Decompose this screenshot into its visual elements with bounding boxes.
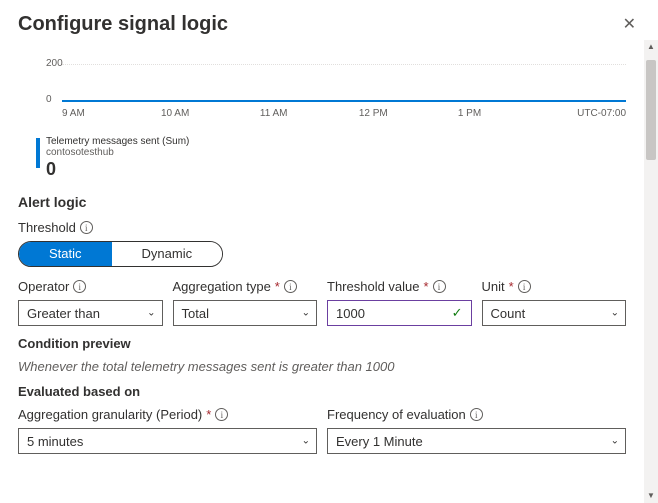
content-scroll: 200 0 9 AM 10 AM 11 AM 12 PM 1 PM UTC-07… xyxy=(0,40,644,503)
unit-value: Count xyxy=(491,306,526,321)
frequency-value: Every 1 Minute xyxy=(336,434,423,449)
chart-gridline xyxy=(62,64,626,65)
required-marker: * xyxy=(206,407,211,422)
threshold-value-input[interactable]: 1000 ✓ xyxy=(327,300,472,326)
condition-preview-text: Whenever the total telemetry messages se… xyxy=(18,359,626,374)
unit-label: Unit xyxy=(482,279,505,294)
chart-xaxis: 9 AM 10 AM 11 AM 12 PM 1 PM UTC-07:00 xyxy=(62,108,626,119)
threshold-static-pill[interactable]: Static xyxy=(19,242,112,266)
chevron-down-icon: ⌄ xyxy=(611,308,619,319)
chart-xtick: 12 PM xyxy=(359,108,458,119)
threshold-dynamic-pill[interactable]: Dynamic xyxy=(112,242,223,266)
granularity-select[interactable]: 5 minutes ⌄ xyxy=(18,428,317,454)
scroll-down-icon[interactable]: ▼ xyxy=(644,489,658,503)
aggregation-type-select[interactable]: Total ⌄ xyxy=(173,300,318,326)
chevron-down-icon: ⌄ xyxy=(147,308,155,319)
checkmark-icon: ✓ xyxy=(452,305,463,321)
scroll-up-icon[interactable]: ▲ xyxy=(644,40,658,54)
chart-xtick: 1 PM xyxy=(458,108,557,119)
info-icon[interactable]: i xyxy=(284,280,297,293)
threshold-value: 1000 xyxy=(336,306,365,321)
close-icon[interactable]: ✕ xyxy=(619,10,640,38)
chart-xtick: 10 AM xyxy=(161,108,260,119)
chevron-down-icon: ⌄ xyxy=(302,308,310,319)
frequency-select[interactable]: Every 1 Minute ⌄ xyxy=(327,428,626,454)
chart-xtick: 9 AM xyxy=(62,108,161,119)
info-icon[interactable]: i xyxy=(215,408,228,421)
chart-ytick: 0 xyxy=(46,94,52,105)
info-icon[interactable]: i xyxy=(518,280,531,293)
info-icon[interactable]: i xyxy=(470,408,483,421)
legend-current-value: 0 xyxy=(46,160,189,178)
evaluated-heading: Evaluated based on xyxy=(18,384,626,399)
chart-ytick: 200 xyxy=(46,58,63,69)
alert-logic-heading: Alert logic xyxy=(18,194,626,210)
legend-resource: contosotesthub xyxy=(46,147,189,158)
operator-value: Greater than xyxy=(27,306,100,321)
chevron-down-icon: ⌄ xyxy=(302,436,310,447)
chart-legend: Telemetry messages sent (Sum) contosotes… xyxy=(36,136,626,178)
required-marker: * xyxy=(275,279,280,294)
operator-select[interactable]: Greater than ⌄ xyxy=(18,300,163,326)
page-title: Configure signal logic xyxy=(18,13,228,36)
condition-preview-label: Condition preview xyxy=(18,336,626,351)
operator-label: Operator xyxy=(18,279,69,294)
chart-xtick: UTC-07:00 xyxy=(557,108,626,119)
threshold-value-label: Threshold value xyxy=(327,279,420,294)
info-icon[interactable]: i xyxy=(433,280,446,293)
granularity-label: Aggregation granularity (Period) xyxy=(18,407,202,422)
unit-select[interactable]: Count ⌄ xyxy=(482,300,627,326)
scrollbar-thumb[interactable] xyxy=(646,60,656,160)
frequency-label: Frequency of evaluation xyxy=(327,407,466,422)
info-icon[interactable]: i xyxy=(80,221,93,234)
required-marker: * xyxy=(424,279,429,294)
chart-xtick: 11 AM xyxy=(260,108,359,119)
chevron-down-icon: ⌄ xyxy=(611,436,619,447)
granularity-value: 5 minutes xyxy=(27,434,83,449)
vertical-scrollbar[interactable]: ▲ ▼ xyxy=(644,40,658,503)
threshold-label: Threshold xyxy=(18,220,76,235)
required-marker: * xyxy=(509,279,514,294)
aggregation-type-label: Aggregation type xyxy=(173,279,271,294)
legend-swatch xyxy=(36,138,40,168)
threshold-toggle[interactable]: Static Dynamic xyxy=(18,241,223,267)
chart-baseline xyxy=(62,100,626,102)
aggregation-type-value: Total xyxy=(182,306,209,321)
legend-series-name: Telemetry messages sent (Sum) xyxy=(46,136,189,147)
metric-chart: 200 0 9 AM 10 AM 11 AM 12 PM 1 PM UTC-07… xyxy=(18,58,626,118)
info-icon[interactable]: i xyxy=(73,280,86,293)
